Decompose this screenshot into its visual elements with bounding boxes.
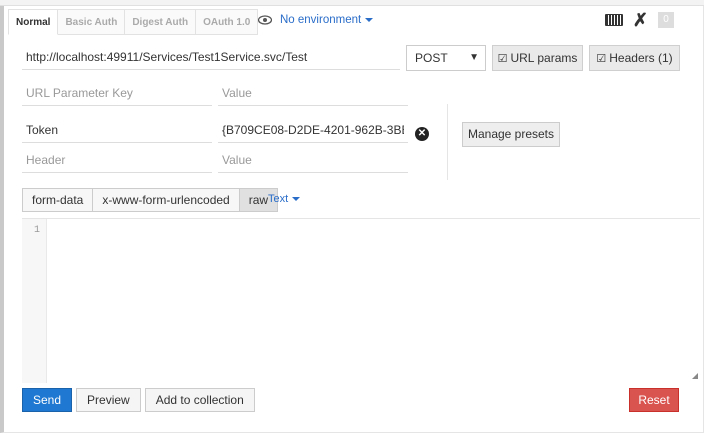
top-strip — [0, 0, 704, 6]
line-number: 1 — [33, 225, 40, 236]
add-to-collection-button[interactable]: Add to collection — [144, 388, 255, 412]
edit-icon: ☑ — [596, 53, 607, 65]
new-header-value-input[interactable] — [218, 147, 408, 173]
raw-body-editor[interactable]: 1 — [22, 218, 700, 383]
mode-form-data[interactable]: form-data — [22, 188, 93, 212]
send-button[interactable]: Send — [22, 388, 73, 412]
url-input[interactable] — [22, 44, 400, 70]
headers-label: Headers (1) — [609, 51, 673, 65]
mode-urlencoded[interactable]: x-www-form-urlencoded — [92, 188, 239, 212]
eye-icon — [258, 15, 272, 25]
url-param-value-input[interactable] — [218, 80, 408, 106]
toolbar-right: ✗ 0 — [604, 11, 674, 29]
header-value-input[interactable] — [218, 117, 408, 143]
tab-oauth[interactable]: OAuth 1.0 — [196, 9, 259, 35]
manage-presets-button[interactable]: Manage presets — [462, 122, 560, 147]
wrench-icon[interactable]: ✗ — [633, 11, 648, 29]
new-header-key-input[interactable] — [22, 147, 212, 173]
keyboard-icon[interactable] — [604, 14, 623, 26]
edit-icon: ☑ — [497, 53, 508, 65]
chevron-down-icon — [292, 197, 301, 202]
text-format-dropdown[interactable]: Text — [268, 193, 301, 205]
url-params-label: URL params — [510, 51, 578, 65]
auth-tabs: Normal Basic Auth Digest Auth OAuth 1.0 — [8, 9, 259, 35]
chevron-down-icon — [365, 17, 374, 22]
resize-handle-icon[interactable] — [692, 373, 698, 379]
tab-normal[interactable]: Normal — [8, 9, 59, 35]
url-param-key-input[interactable] — [22, 80, 212, 106]
divider — [447, 104, 448, 180]
select-arrow-icon: ▼ — [469, 52, 479, 63]
environment-selector[interactable]: No environment — [258, 14, 374, 26]
headers-button[interactable]: ☑ Headers (1) — [589, 45, 680, 71]
remove-header-icon[interactable]: ✕ — [415, 127, 429, 141]
counter-badge: 0 — [658, 12, 674, 28]
tab-digest-auth[interactable]: Digest Auth — [125, 9, 197, 35]
body-mode-tabs: form-data x-www-form-urlencoded raw — [22, 188, 279, 212]
method-value: POST — [415, 51, 448, 65]
action-bar: Send Preview Add to collection — [22, 388, 255, 412]
reset-button[interactable]: Reset — [629, 388, 679, 412]
url-params-button[interactable]: ☑ URL params — [492, 45, 583, 71]
method-select[interactable]: POST ▼ — [406, 45, 486, 71]
environment-label[interactable]: No environment — [280, 14, 374, 26]
header-key-input[interactable] — [22, 117, 212, 143]
tab-basic-auth[interactable]: Basic Auth — [58, 9, 126, 35]
preview-button[interactable]: Preview — [76, 388, 141, 412]
line-gutter: 1 — [22, 219, 47, 383]
